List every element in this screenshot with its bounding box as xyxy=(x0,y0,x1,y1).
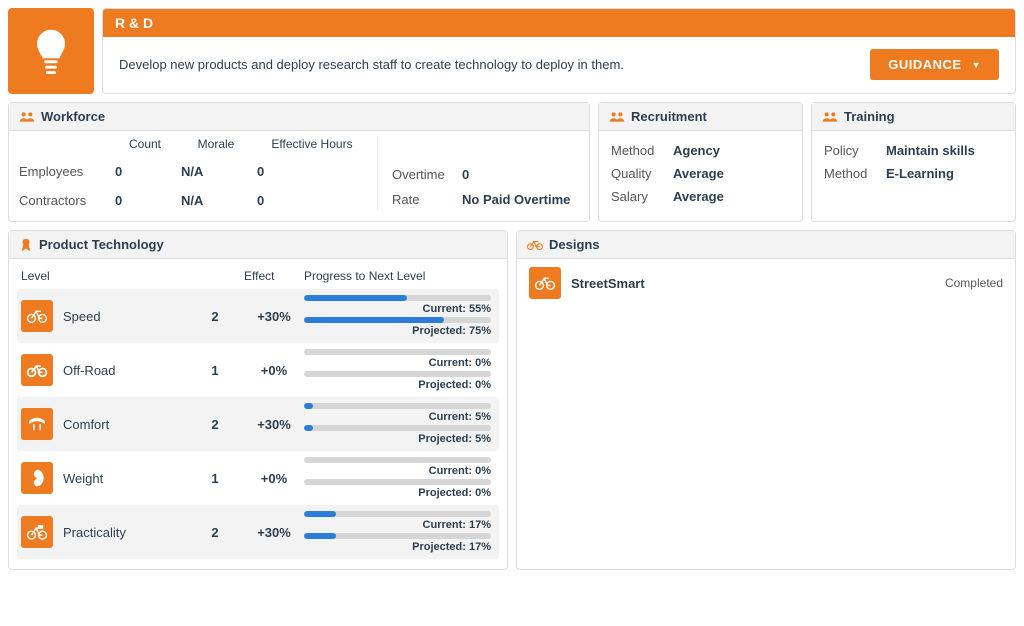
people-icon xyxy=(19,111,35,123)
pt-head-effect: Effect xyxy=(244,269,304,283)
training-policy-value: Maintain skills xyxy=(886,143,1003,158)
overtime-label: Overtime xyxy=(392,167,462,182)
employees-count: 0 xyxy=(115,164,175,182)
tech-icon-practicality xyxy=(21,516,53,548)
tech-name: Speed xyxy=(63,309,101,324)
progress-projected-label: Projected: 75% xyxy=(304,325,491,337)
tech-level: 1 xyxy=(186,471,244,486)
recruitment-method-value: Agency xyxy=(673,143,790,158)
tech-row[interactable]: Practicality 2+30%Current: 17% Projected: … xyxy=(17,505,499,559)
tech-name: Weight xyxy=(63,471,103,486)
progress-projected-label: Projected: 0% xyxy=(304,487,491,499)
progress-current-bar xyxy=(304,403,491,409)
training-policy-label: Policy xyxy=(824,143,886,158)
product-tech-title: Product Technology xyxy=(39,237,164,252)
recruitment-quality-label: Quality xyxy=(611,166,673,181)
progress-projected-label: Projected: 17% xyxy=(304,541,491,553)
workforce-title: Workforce xyxy=(41,109,105,124)
product-technology-card: Product Technology Level Effect Progress… xyxy=(8,230,508,570)
bike-icon xyxy=(527,239,543,251)
tech-icon xyxy=(19,238,33,252)
tech-row[interactable]: Off-Road 1+0%Current: 0% Projected: 0% xyxy=(17,343,499,397)
tech-level: 2 xyxy=(186,525,244,540)
contractors-morale: N/A xyxy=(181,193,251,211)
employees-hours: 0 xyxy=(257,164,367,182)
page-title: R & D xyxy=(103,9,1015,37)
rd-logo-box xyxy=(8,8,94,94)
row-employees-label: Employees xyxy=(19,164,109,182)
tech-row[interactable]: Speed 2+30%Current: 55% Projected: 75% xyxy=(17,289,499,343)
design-row[interactable]: StreetSmart Completed xyxy=(529,267,1003,299)
people-icon xyxy=(609,111,625,123)
progress-current-label: Current: 17% xyxy=(304,519,491,531)
training-method-label: Method xyxy=(824,166,886,181)
recruitment-quality-value: Average xyxy=(673,166,790,181)
progress-projected-label: Projected: 0% xyxy=(304,379,491,391)
training-title: Training xyxy=(844,109,895,124)
workforce-card[interactable]: Workforce Count Morale Effective Hours E… xyxy=(8,102,590,222)
rate-value: No Paid Overtime xyxy=(462,192,570,207)
progress-projected-bar xyxy=(304,371,491,377)
recruitment-card[interactable]: Recruitment MethodAgency QualityAverage … xyxy=(598,102,803,222)
overtime-value: 0 xyxy=(462,167,570,182)
tech-level: 2 xyxy=(186,309,244,324)
progress-current-label: Current: 55% xyxy=(304,303,491,315)
col-hours: Effective Hours xyxy=(257,137,367,154)
row-contractors-label: Contractors xyxy=(19,193,109,211)
recruitment-salary-label: Salary xyxy=(611,189,673,204)
tech-effect: +0% xyxy=(244,363,304,378)
progress-current-bar xyxy=(304,349,491,355)
training-method-value: E-Learning xyxy=(886,166,1003,181)
employees-morale: N/A xyxy=(181,164,251,182)
tech-effect: +30% xyxy=(244,309,304,324)
tech-row[interactable]: Weight 1+0%Current: 0% Projected: 0% xyxy=(17,451,499,505)
tech-icon-speed xyxy=(21,300,53,332)
lightbulb-icon xyxy=(29,24,73,78)
progress-projected-bar xyxy=(304,533,491,539)
progress-projected-label: Projected: 5% xyxy=(304,433,491,445)
tech-level: 2 xyxy=(186,417,244,432)
tech-row[interactable]: Comfort 2+30%Current: 5% Projected: 5% xyxy=(17,397,499,451)
progress-current-bar xyxy=(304,511,491,517)
guidance-button[interactable]: GUIDANCE ▼ xyxy=(870,49,999,80)
tech-level: 1 xyxy=(186,363,244,378)
progress-projected-bar xyxy=(304,317,491,323)
design-status: Completed xyxy=(945,276,1003,290)
tech-effect: +0% xyxy=(244,471,304,486)
progress-current-label: Current: 0% xyxy=(304,357,491,369)
col-morale: Morale xyxy=(181,137,251,154)
progress-current-label: Current: 0% xyxy=(304,465,491,477)
tech-icon-weight xyxy=(21,462,53,494)
chevron-down-icon: ▼ xyxy=(972,60,981,70)
tech-name: Comfort xyxy=(63,417,109,432)
col-count: Count xyxy=(115,137,175,154)
guidance-button-label: GUIDANCE xyxy=(888,57,961,72)
designs-title: Designs xyxy=(549,237,600,252)
tech-name: Practicality xyxy=(63,525,126,540)
progress-current-label: Current: 5% xyxy=(304,411,491,423)
progress-current-bar xyxy=(304,295,491,301)
recruitment-method-label: Method xyxy=(611,143,673,158)
progress-current-bar xyxy=(304,457,491,463)
training-card[interactable]: Training PolicyMaintain skills MethodE-L… xyxy=(811,102,1016,222)
rate-label: Rate xyxy=(392,192,462,207)
tech-icon-comfort xyxy=(21,408,53,440)
progress-projected-bar xyxy=(304,425,491,431)
recruitment-salary-value: Average xyxy=(673,189,790,204)
tech-effect: +30% xyxy=(244,417,304,432)
contractors-hours: 0 xyxy=(257,193,367,211)
tech-effect: +30% xyxy=(244,525,304,540)
pt-head-progress: Progress to Next Level xyxy=(304,269,495,283)
pt-head-level: Level xyxy=(21,269,186,283)
people-icon xyxy=(822,111,838,123)
design-name: StreetSmart xyxy=(571,276,645,291)
page-description: Develop new products and deploy research… xyxy=(119,57,624,72)
contractors-count: 0 xyxy=(115,193,175,211)
progress-projected-bar xyxy=(304,479,491,485)
recruitment-title: Recruitment xyxy=(631,109,707,124)
bike-icon xyxy=(529,267,561,299)
tech-icon-off-road xyxy=(21,354,53,386)
designs-card: Designs StreetSmart Completed xyxy=(516,230,1016,570)
tech-name: Off-Road xyxy=(63,363,116,378)
